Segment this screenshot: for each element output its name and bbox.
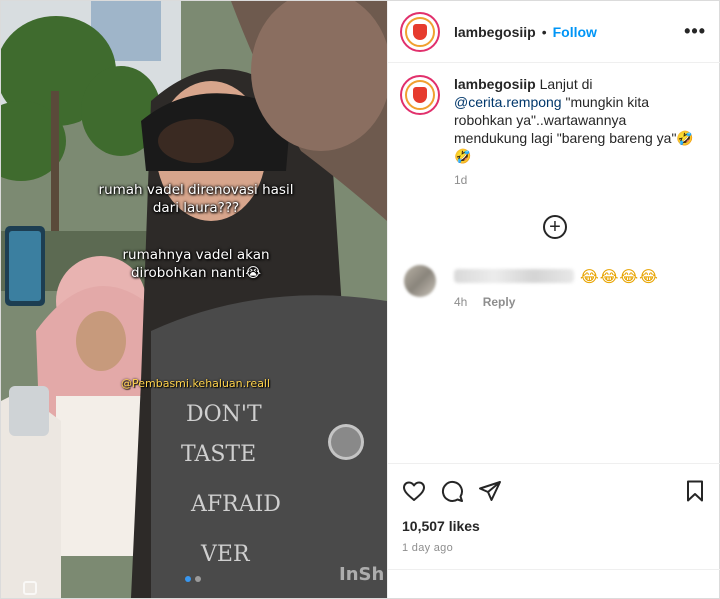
svg-text:DON'T: DON'T (186, 402, 262, 427)
comment-time: 4h (454, 295, 468, 309)
caption-time: 1d (454, 173, 468, 187)
post-side-panel: lambegosiip • Follow ••• lambegosiip Lan… (387, 1, 720, 598)
ellipsis-icon[interactable]: ••• (684, 21, 706, 42)
comment-item: 😂😂😂😂 4h Reply (400, 265, 710, 309)
caption-mention-link[interactable]: @cerita.rempong (454, 94, 562, 110)
carousel-dot (195, 576, 201, 582)
svg-text:TASTE: TASTE (181, 442, 256, 467)
follow-button[interactable]: Follow (553, 24, 597, 40)
post-media[interactable]: DON'T TASTE AFRAID VER rumah vadel diren… (1, 1, 387, 598)
post-header: lambegosiip • Follow ••• (388, 1, 720, 63)
header-separator: • (541, 23, 547, 40)
avatar-logo-icon (413, 87, 427, 103)
reply-button[interactable]: Reply (483, 295, 516, 309)
heart-icon[interactable] (402, 479, 426, 503)
comment-username-blurred[interactable] (454, 269, 574, 283)
likes-count[interactable]: 10,507 likes (402, 518, 707, 534)
instagram-post: DON'T TASTE AFRAID VER rumah vadel diren… (0, 0, 720, 599)
overlay-caption-2: rumahnya vadel akan dirobohkan nanti😭 (122, 247, 270, 281)
media-tag-icon[interactable] (23, 581, 37, 595)
avatar-logo-icon (413, 23, 427, 40)
comment-avatar[interactable] (404, 265, 436, 297)
post-caption: lambegosiip Lanjut di @cerita.rempong "m… (388, 63, 720, 189)
header-username[interactable]: lambegosiip (454, 24, 536, 40)
overlay-handle: @Pembasmi.kehaluan.reall (121, 377, 271, 390)
media-scene-illustration: DON'T TASTE AFRAID VER (1, 1, 387, 598)
plus-circle-icon[interactable]: + (543, 215, 567, 239)
bookmark-icon[interactable] (683, 479, 707, 503)
carousel-dot-active (185, 576, 191, 582)
caption-avatar[interactable] (400, 75, 440, 115)
watermark-text: InSh (339, 564, 385, 585)
avatar[interactable] (400, 11, 440, 52)
svg-text:VER: VER (200, 542, 251, 567)
comment-text: 😂😂😂😂 (580, 266, 659, 286)
paper-plane-icon[interactable] (478, 479, 502, 503)
caption-text-before: Lanjut di (539, 76, 593, 92)
caption-username[interactable]: lambegosiip (454, 76, 536, 92)
overlay-caption-1: rumah vadel direnovasi hasil dari laura?… (98, 182, 294, 216)
carousel-indicator (185, 576, 201, 582)
post-date: 1 day ago (402, 542, 454, 554)
comments-section: lambegosiip Lanjut di @cerita.rempong "m… (388, 63, 720, 463)
comment-icon[interactable] (440, 479, 464, 503)
svg-text:AFRAID: AFRAID (190, 492, 281, 517)
video-touch-indicator (328, 424, 364, 460)
divider (388, 569, 720, 570)
post-actions: 10,507 likes 1 day ago (388, 463, 720, 554)
